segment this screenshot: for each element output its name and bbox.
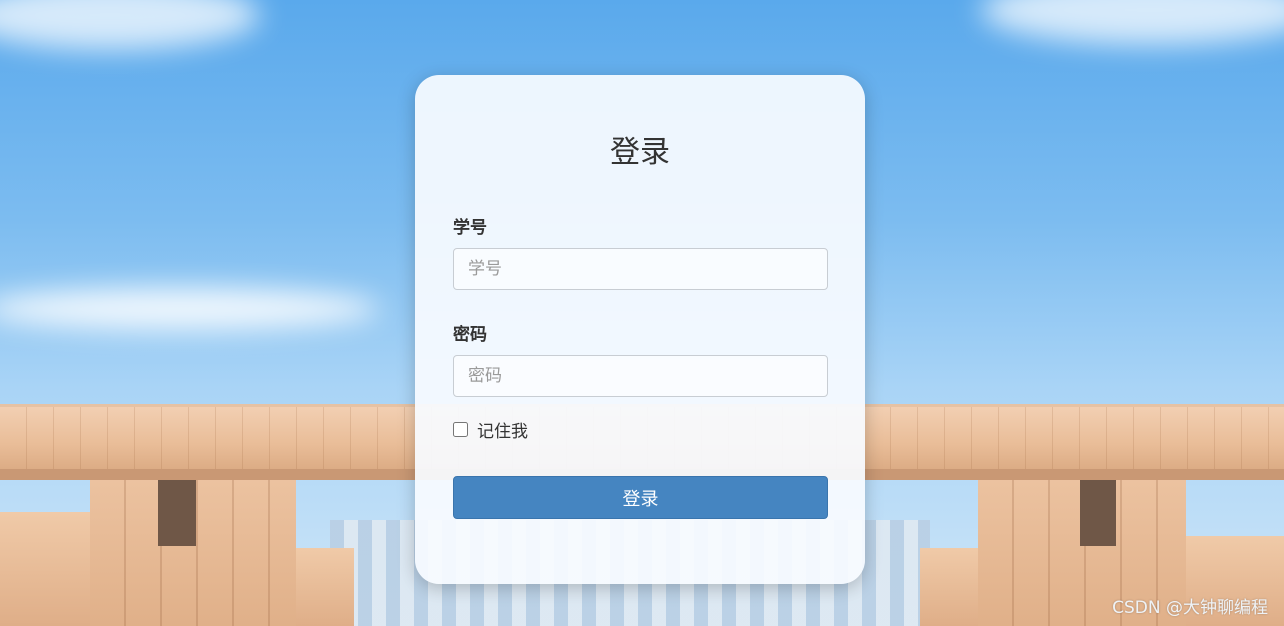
password-input[interactable] — [453, 355, 828, 397]
remember-me-checkbox[interactable] — [453, 422, 468, 437]
remember-me-row: 记住我 — [453, 417, 827, 442]
login-title: 登录 — [610, 135, 670, 170]
cloud — [980, 0, 1284, 45]
building-wing — [0, 512, 92, 626]
cloud — [0, 288, 380, 330]
student-id-input[interactable] — [453, 248, 828, 290]
cloud — [0, 0, 260, 50]
password-label: 密码 — [453, 325, 487, 345]
login-card: 登录 学号 密码 记住我 登录 — [415, 75, 865, 584]
student-id-label: 学号 — [453, 218, 487, 238]
remember-me-label: 记住我 — [477, 422, 528, 442]
building-wing — [920, 548, 982, 626]
watermark: CSDN @大钟聊编程 — [1112, 598, 1268, 618]
login-button[interactable]: 登录 — [453, 476, 828, 519]
